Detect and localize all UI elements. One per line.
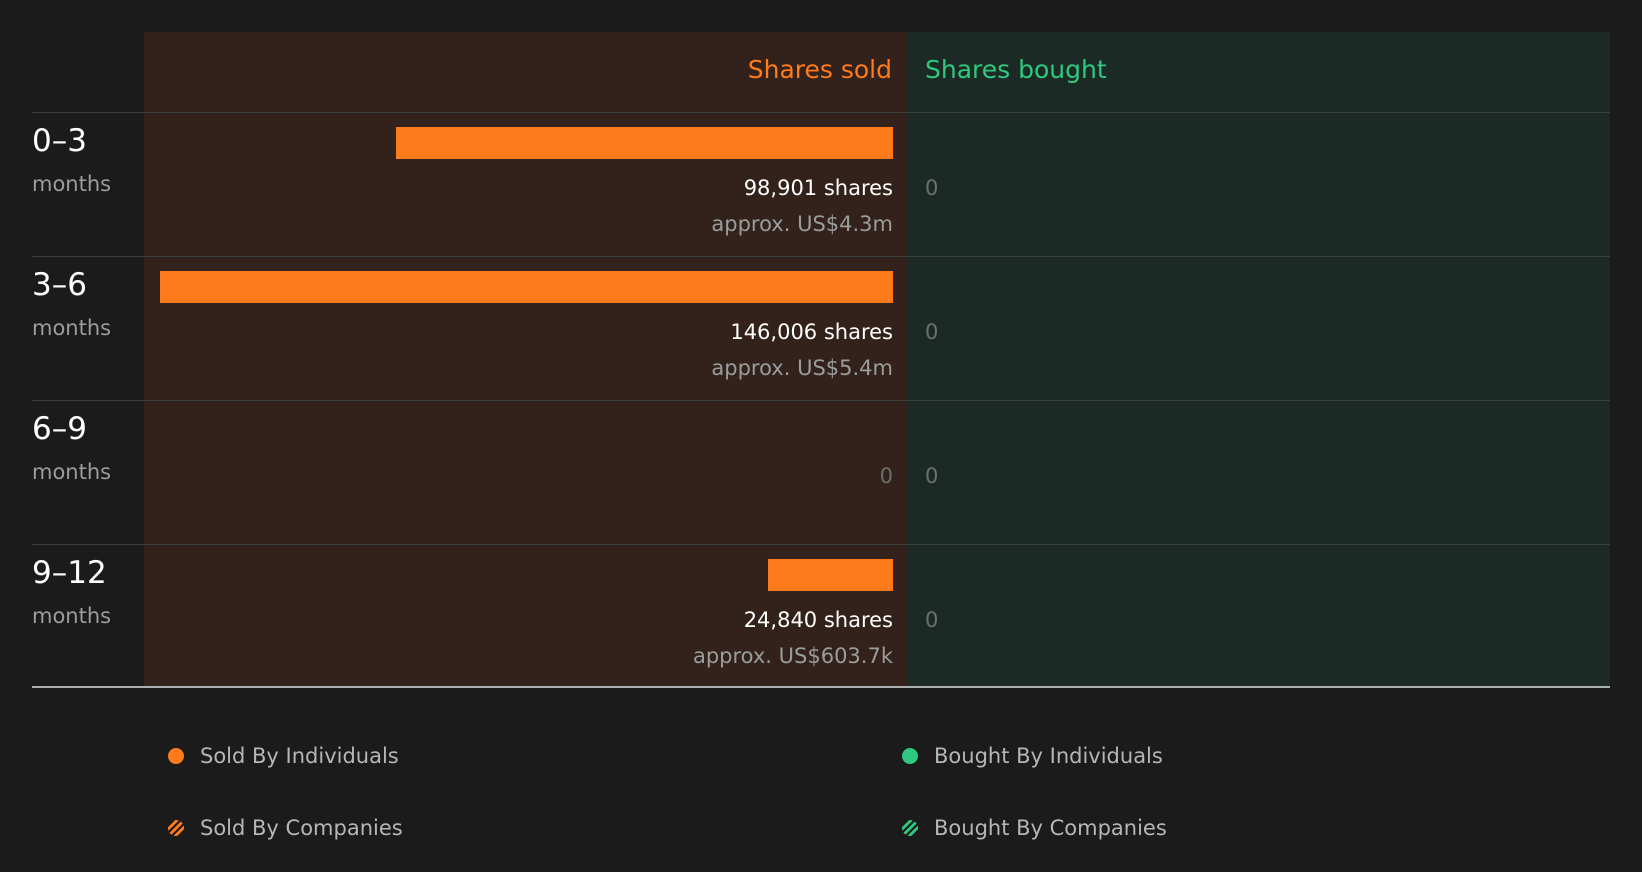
legend-label: Sold By Individuals xyxy=(200,744,399,768)
legend-sold-by-companies[interactable]: Sold By Companies xyxy=(168,815,403,841)
legend-sold-by-individuals[interactable]: Sold By Individuals xyxy=(168,743,399,769)
sold-value-label: 0 xyxy=(879,464,893,488)
period-unit: months xyxy=(32,460,112,484)
row-divider xyxy=(32,256,1610,257)
bought-value-label: 0 xyxy=(925,608,939,632)
orange-hatched-icon xyxy=(168,820,184,836)
sold-bar[interactable] xyxy=(768,559,893,591)
legend-bought-by-companies[interactable]: Bought By Companies xyxy=(902,815,1167,841)
period-label-0-3: 0–3 xyxy=(32,123,87,159)
period-label-3-6: 3–6 xyxy=(32,267,87,303)
row-divider xyxy=(32,400,1610,401)
sold-value-label: approx. US$603.7k xyxy=(692,644,893,668)
period-label-6-9: 6–9 xyxy=(32,411,87,447)
bought-value-label: 0 xyxy=(925,176,939,200)
legend-label: Bought By Individuals xyxy=(934,744,1163,768)
row-divider xyxy=(32,112,1610,113)
legend-label: Sold By Companies xyxy=(200,816,403,840)
shares-sold-header: Shares sold xyxy=(747,55,892,84)
sold-value-label: approx. US$5.4m xyxy=(711,356,893,380)
sold-bar[interactable] xyxy=(396,127,893,159)
legend-bought-by-individuals[interactable]: Bought By Individuals xyxy=(902,743,1163,769)
bought-value-label: 0 xyxy=(925,320,939,344)
row-divider xyxy=(32,544,1610,545)
orange-dot-icon xyxy=(168,748,184,764)
period-unit: months xyxy=(32,316,112,340)
shares-bought-panel xyxy=(908,32,1610,687)
shares-bought-header: Shares bought xyxy=(925,55,1107,84)
sold-shares-label: 98,901 shares xyxy=(743,176,893,200)
bought-value-label: 0 xyxy=(925,464,939,488)
period-unit: months xyxy=(32,604,112,628)
chart-baseline xyxy=(32,686,1610,688)
green-hatched-icon xyxy=(902,820,918,836)
sold-shares-label: 146,006 shares xyxy=(730,320,893,344)
sold-bar[interactable] xyxy=(160,271,893,303)
sold-shares-label: 24,840 shares xyxy=(743,608,893,632)
sold-value-label: approx. US$4.3m xyxy=(711,212,893,236)
green-dot-icon xyxy=(902,748,918,764)
period-label-9-12: 9–12 xyxy=(32,555,107,591)
period-unit: months xyxy=(32,172,112,196)
legend-label: Bought By Companies xyxy=(934,816,1167,840)
